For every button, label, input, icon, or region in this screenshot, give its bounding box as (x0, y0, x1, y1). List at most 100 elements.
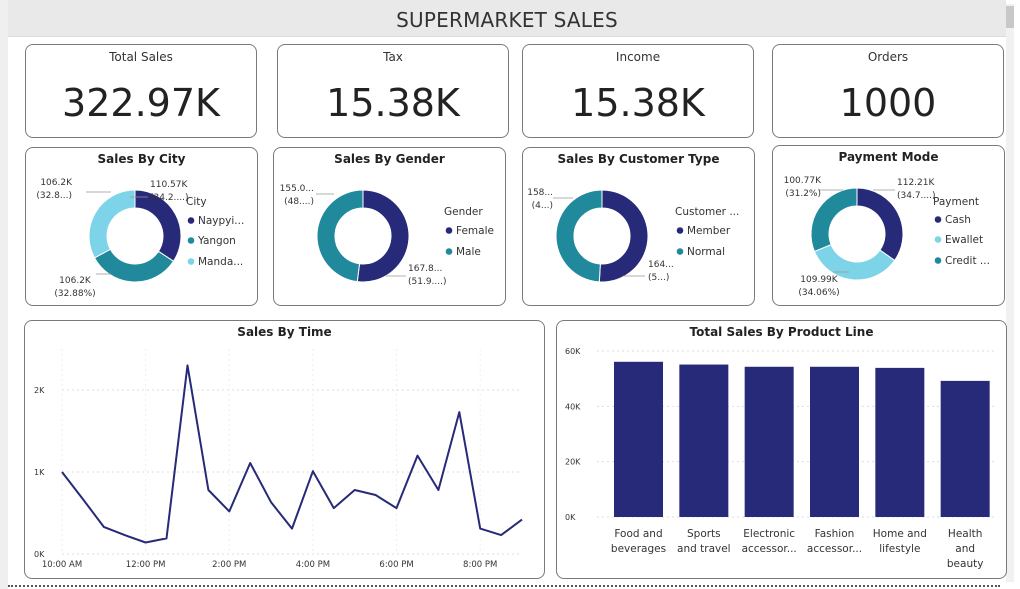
slice-percent-label: (34.2....) (150, 193, 189, 203)
x-category-label: Home and (873, 528, 927, 540)
y-tick-label: 1K (34, 468, 45, 477)
x-category-label: accessor... (807, 543, 862, 555)
bottom-divider (8, 585, 1000, 587)
slice-value-label: 167.8... (408, 264, 442, 274)
scrollbar-thumb[interactable] (1006, 6, 1014, 28)
x-category-label: accessor... (742, 543, 797, 555)
legend-marker (676, 248, 684, 255)
donut-slice (316, 189, 364, 283)
slice-percent-label: (48....) (284, 197, 314, 207)
legend-label: Yangon (197, 235, 236, 247)
slice-percent-label: (4...) (532, 201, 553, 211)
slice-value-label: 155.0... (280, 184, 314, 194)
legend-label: Ewallet (945, 234, 983, 246)
kpi-value: 15.38K (326, 81, 460, 125)
y-tick-label: 20K (565, 458, 581, 467)
sales-by-time-chart: 0K 1K 2K 10:00 AM 12:00 PM 2:00 PM 4:00 PM 6:00… (34, 349, 523, 570)
x-category-label: Electronic (743, 528, 795, 540)
sales-by-city-card[interactable]: Sales By City 110.57K (34.2....) 106.2K (32… (25, 147, 258, 306)
slice-value-label: 106.2K (59, 276, 92, 286)
product-bar (679, 364, 729, 517)
x-tick-label: 12:00 PM (126, 560, 166, 570)
x-tick-label: 6:00 PM (379, 560, 413, 570)
y-tick-label: 0K (34, 550, 45, 559)
x-category-label: and (955, 543, 975, 555)
legend-marker (934, 257, 942, 264)
product-bar (614, 361, 663, 517)
x-category-label: lifestyle (879, 543, 920, 555)
slice-percent-label: (32.88%) (54, 289, 95, 299)
sales-by-city-chart: 110.57K (34.2....) 106.2K (32.88%) 106.2K (32… (36, 178, 244, 299)
product-bar (810, 366, 859, 517)
kpi-value: 15.38K (571, 81, 705, 125)
legend-label: Male (456, 246, 481, 258)
product-bar (875, 367, 925, 517)
page-title: SUPERMARKET SALES (396, 8, 618, 32)
legend-label: Cash (945, 214, 971, 226)
kpi-card-total-sales[interactable]: Total Sales 322.97K (25, 44, 257, 138)
x-category-label: beverages (611, 543, 666, 555)
sales-by-customer-type-chart: 164... (5...) 158... (4...) Customer ... Memb… (527, 188, 739, 283)
vertical-scrollbar[interactable] (1006, 4, 1014, 582)
slice-percent-label: (5...) (648, 273, 669, 283)
product-line-card[interactable]: Total Sales By Product Line 0K 20K 40K 60K F… (556, 320, 1007, 579)
donut-slice (555, 189, 603, 283)
slice-percent-label: (51.9....) (408, 277, 447, 287)
sales-by-customer-type-card[interactable]: Sales By Customer Type 164... (5...) 158..… (522, 147, 755, 306)
legend-label: Manda... (198, 256, 243, 268)
kpi-label: Orders (867, 50, 909, 64)
x-tick-label: 4:00 PM (296, 560, 330, 570)
slice-value-label: 158... (527, 188, 553, 198)
payment-mode-chart: 112.21K (34.7....) 109.99K (34.06%) 100.77K (… (784, 176, 990, 298)
sales-by-gender-card[interactable]: Sales By Gender 167.8... (51.9....) 155.0.… (273, 147, 506, 306)
donut-slice (598, 189, 649, 283)
slice-value-label: 112.21K (897, 178, 935, 188)
kpi-value: 322.97K (62, 81, 220, 125)
product-bar (940, 380, 990, 517)
kpi-label: Total Sales (109, 50, 173, 64)
legend-marker (934, 236, 942, 243)
product-line-chart: 0K 20K 40K 60K Food and beverages Sports and tr… (565, 347, 997, 570)
x-category-label: and travel (677, 543, 731, 555)
legend-title: Gender (444, 206, 483, 218)
x-category-label: beauty (947, 558, 984, 570)
sales-by-time-card[interactable]: Sales By Time 0K 1K 2K 10:00 AM 12:00 PM 2:00… (24, 320, 545, 579)
left-edge-strip (0, 0, 8, 589)
legend-marker (934, 216, 942, 223)
legend-label: Member (687, 225, 731, 237)
donut-slice (356, 189, 410, 283)
slice-value-label: 110.57K (150, 180, 188, 190)
legend-marker (445, 227, 453, 234)
legend-marker (187, 258, 195, 265)
kpi-card-income[interactable]: Income 15.38K (522, 44, 754, 138)
x-tick-label: 10:00 AM (42, 560, 82, 570)
legend-title: City (186, 196, 207, 208)
slice-value-label: 100.77K (784, 176, 822, 186)
legend-marker (187, 217, 195, 224)
kpi-card-orders[interactable]: Orders 1000 (772, 44, 1004, 138)
y-tick-label: 40K (565, 402, 581, 411)
x-category-label: Sports (687, 528, 721, 540)
slice-percent-label: (32.8...) (36, 191, 72, 201)
legend-title: Payment (933, 196, 979, 208)
kpi-card-tax[interactable]: Tax 15.38K (277, 44, 509, 138)
kpi-label: Income (615, 50, 661, 64)
x-tick-label: 2:00 PM (212, 560, 246, 570)
sales-by-gender-chart: 167.8... (51.9....) 155.0... (48....) Gender… (280, 184, 494, 287)
slice-value-label: 109.99K (800, 275, 838, 285)
y-tick-label: 2K (34, 386, 45, 395)
x-tick-label: 8:00 PM (463, 560, 497, 570)
y-tick-label: 0K (565, 513, 576, 522)
dashboard-header: SUPERMARKET SALES (8, 0, 1006, 37)
legend-label: Credit ... (945, 255, 990, 267)
legend-marker (187, 237, 195, 244)
donut-slice (88, 189, 136, 259)
slice-value-label: 164... (648, 260, 674, 270)
slice-value-label: 106.2K (40, 178, 73, 188)
kpi-value: 1000 (839, 81, 937, 125)
kpi-label: Tax (383, 50, 403, 64)
x-category-label: Fashion (815, 528, 855, 540)
payment-mode-card[interactable]: Payment Mode 112.21K (34.7....) 109.99K (34… (772, 145, 1005, 306)
legend-title: Customer ... (675, 206, 739, 218)
slice-percent-label: (31.2%) (785, 189, 821, 199)
